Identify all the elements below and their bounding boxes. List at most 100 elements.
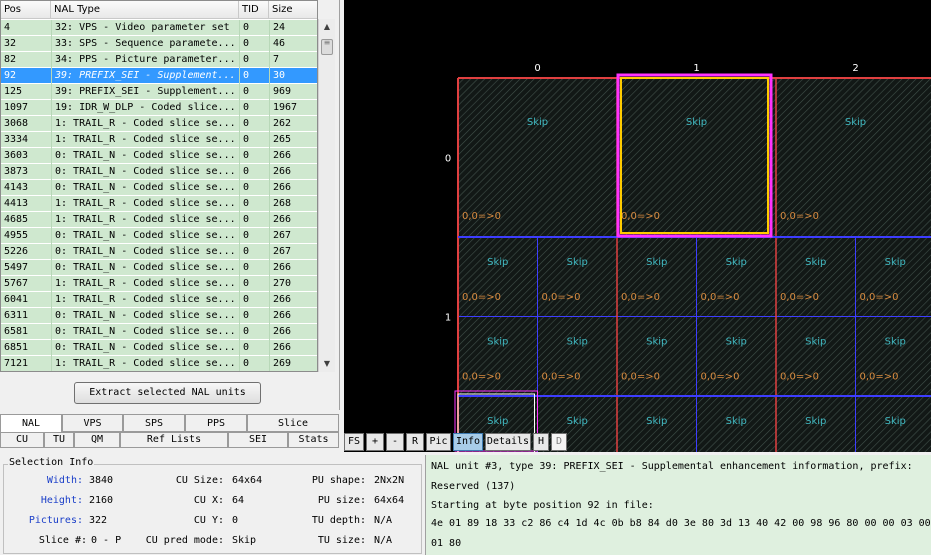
cu-mode-label: Skip: [726, 257, 747, 268]
nal-type-cell: 1: TRAIL_R - Coded slice se...: [51, 292, 239, 308]
cu-x-value: 64: [232, 495, 245, 506]
nal-table-row[interactable]: 4413 1: TRAIL_R - Coded slice se... 0 268: [1, 196, 317, 212]
motion-vector-label: 0,0=>0: [621, 211, 660, 222]
nal-type-cell: 0: TRAIL_N - Coded slice se...: [51, 340, 239, 356]
tab-vps[interactable]: VPS: [62, 414, 123, 432]
nal-table-row[interactable]: 125 39: PREFIX_SEI - Supplement... 0 969: [1, 84, 317, 100]
nal-table-row[interactable]: 4955 0: TRAIL_N - Coded slice se... 0 267: [1, 228, 317, 244]
motion-vector-label: 0,0=>0: [780, 372, 819, 383]
toolbar-button-h[interactable]: H: [533, 433, 549, 451]
ctu-grid-view[interactable]: Skip 0,0=>0 Skip 0,0=>0 Skip 0,0=>0 Skip 0,0=>0…: [344, 0, 931, 452]
tab-ref-lists[interactable]: Ref Lists: [120, 432, 228, 448]
nal-table-row[interactable]: 5226 0: TRAIL_N - Coded slice se... 0 267: [1, 244, 317, 260]
cu-mode-label: Skip: [567, 257, 588, 268]
nal-table-row[interactable]: 3334 1: TRAIL_R - Coded slice se... 0 265: [1, 132, 317, 148]
nal-size-cell: 262: [269, 116, 317, 132]
scrollbar-thumb[interactable]: ≡: [321, 39, 333, 55]
tab-stats[interactable]: Stats: [288, 432, 339, 448]
motion-vector-label: 0,0=>0: [860, 292, 899, 303]
ctu-row-label: 1: [445, 313, 451, 324]
cu-mode-label: Skip: [567, 337, 588, 348]
nal-table: Pos NAL Type TID Size 4 32: VPS - Video p…: [0, 0, 318, 372]
pu-size-label: PU size:: [317, 495, 366, 506]
nal-pos-cell: 125: [4, 86, 23, 97]
cu-mode-label: Skip: [527, 117, 548, 128]
nal-pos-cell: 6311: [4, 310, 29, 321]
nal-table-row[interactable]: 4685 1: TRAIL_R - Coded slice se... 0 266: [1, 212, 317, 228]
video-canvas[interactable]: Skip 0,0=>0 Skip 0,0=>0 Skip 0,0=>0 Skip 0,0=>0…: [344, 0, 931, 452]
tab-pps[interactable]: PPS: [185, 414, 247, 432]
nal-table-row[interactable]: 6851 0: TRAIL_N - Coded slice se... 0 266: [1, 340, 317, 356]
nal-table-row[interactable]: 1097 19: IDR_W_DLP - Coded slice... 0 1967: [1, 100, 317, 116]
nal-table-row[interactable]: 5767 1: TRAIL_R - Coded slice se... 0 270: [1, 276, 317, 292]
nal-tid-cell: 0: [239, 164, 269, 180]
nal-table-row[interactable]: 6041 1: TRAIL_R - Coded slice se... 0 266: [1, 292, 317, 308]
nal-table-row[interactable]: 3603 0: TRAIL_N - Coded slice se... 0 266: [1, 148, 317, 164]
nal-table-row[interactable]: 4 32: VPS - Video parameter set 0 24: [1, 20, 317, 36]
nal-size-cell: 969: [269, 84, 317, 100]
nal-table-row[interactable]: 32 33: SPS - Sequence paramete... 0 46: [1, 36, 317, 52]
extract-nal-units-button[interactable]: Extract selected NAL units: [74, 382, 261, 404]
nal-table-row[interactable]: 3068 1: TRAIL_R - Coded slice se... 0 262: [1, 116, 317, 132]
nal-type-cell: 39: PREFIX_SEI - Supplement...: [51, 84, 239, 100]
tab-sei[interactable]: SEI: [228, 432, 288, 448]
nal-pos-cell: 4685: [4, 214, 29, 225]
nal-type-cell: 1: TRAIL_R - Coded slice se...: [51, 132, 239, 148]
tab-nal[interactable]: NAL: [0, 414, 62, 432]
toolbar-button-details[interactable]: Details: [485, 433, 531, 451]
toolbar-button-d[interactable]: D: [551, 433, 567, 451]
nal-table-scrollbar[interactable]: ▲ ≡ ▼: [318, 19, 335, 372]
nal-table-row[interactable]: 3873 0: TRAIL_N - Coded slice se... 0 266: [1, 164, 317, 180]
nal-type-cell: 32: VPS - Video parameter set: [51, 20, 239, 36]
motion-vector-label: 0,0=>0: [780, 211, 819, 222]
tab-slice[interactable]: Slice: [247, 414, 339, 432]
column-header-tid[interactable]: TID: [239, 1, 269, 19]
column-header-type[interactable]: NAL Type: [51, 1, 239, 19]
nal-pos-cell: 5497: [4, 262, 29, 273]
nal-tid-cell: 0: [239, 356, 269, 371]
tab-sps[interactable]: SPS: [123, 414, 185, 432]
nal-table-row[interactable]: 6581 0: TRAIL_N - Coded slice se... 0 266: [1, 324, 317, 340]
nal-table-row[interactable]: 92 39: PREFIX_SEI - Supplement... 0 30: [1, 68, 317, 84]
nal-tid-cell: 0: [239, 260, 269, 276]
column-header-pos[interactable]: Pos: [1, 1, 51, 19]
tab-cu[interactable]: CU: [0, 432, 44, 448]
column-header-size[interactable]: Size: [269, 1, 317, 19]
nal-table-row[interactable]: 7121 1: TRAIL_R - Coded slice se... 0 269: [1, 356, 317, 371]
height-value: 2160: [89, 495, 114, 506]
nal-size-cell: 7: [269, 52, 317, 68]
scroll-down-arrow-icon[interactable]: ▼: [319, 356, 335, 372]
nal-pos-cell: 92: [4, 70, 17, 81]
tab-qm[interactable]: QM: [74, 432, 120, 448]
pu-shape-label: PU shape:: [311, 475, 366, 486]
nal-type-cell: 0: TRAIL_N - Coded slice se...: [51, 228, 239, 244]
toolbar-button-pic[interactable]: Pic: [426, 433, 451, 451]
cu-y-label: CU Y:: [193, 515, 224, 526]
motion-vector-label: 0,0=>0: [462, 292, 501, 303]
nal-table-row[interactable]: 5497 0: TRAIL_N - Coded slice se... 0 266: [1, 260, 317, 276]
nal-table-row[interactable]: 82 34: PPS - Picture parameter... 0 7: [1, 52, 317, 68]
toolbar-button-zoom-out[interactable]: -: [386, 433, 404, 451]
tab-tu[interactable]: TU: [44, 432, 74, 448]
cu-mode-label: Skip: [885, 257, 906, 268]
toolbar-button-zoom-in[interactable]: +: [366, 433, 384, 451]
nal-pos-cell: 6041: [4, 294, 29, 305]
scroll-up-arrow-icon[interactable]: ▲: [319, 19, 335, 35]
motion-vector-label: 0,0=>0: [701, 372, 740, 383]
toolbar-button-fs[interactable]: FS: [344, 433, 364, 451]
nal-table-row[interactable]: 4143 0: TRAIL_N - Coded slice se... 0 266: [1, 180, 317, 196]
nal-pos-cell: 3334: [4, 134, 29, 145]
nal-tid-cell: 0: [239, 84, 269, 100]
pictures-label: Pictures:: [28, 515, 83, 526]
pictures-value: 322: [89, 515, 108, 526]
nal-size-cell: 30: [269, 68, 317, 84]
motion-vector-label: 0,0=>0: [860, 372, 899, 383]
nal-type-cell: 39: PREFIX_SEI - Supplement...: [51, 68, 239, 84]
pu-size-value: 64x64: [374, 495, 405, 506]
cu-size-label: CU Size:: [175, 475, 224, 486]
cu-mode-label: Skip: [885, 337, 906, 348]
toolbar-button-r[interactable]: R: [406, 433, 424, 451]
nal-pos-cell: 32: [4, 38, 17, 49]
nal-table-row[interactable]: 6311 0: TRAIL_N - Coded slice se... 0 266: [1, 308, 317, 324]
toolbar-button-info[interactable]: Info: [453, 433, 483, 451]
